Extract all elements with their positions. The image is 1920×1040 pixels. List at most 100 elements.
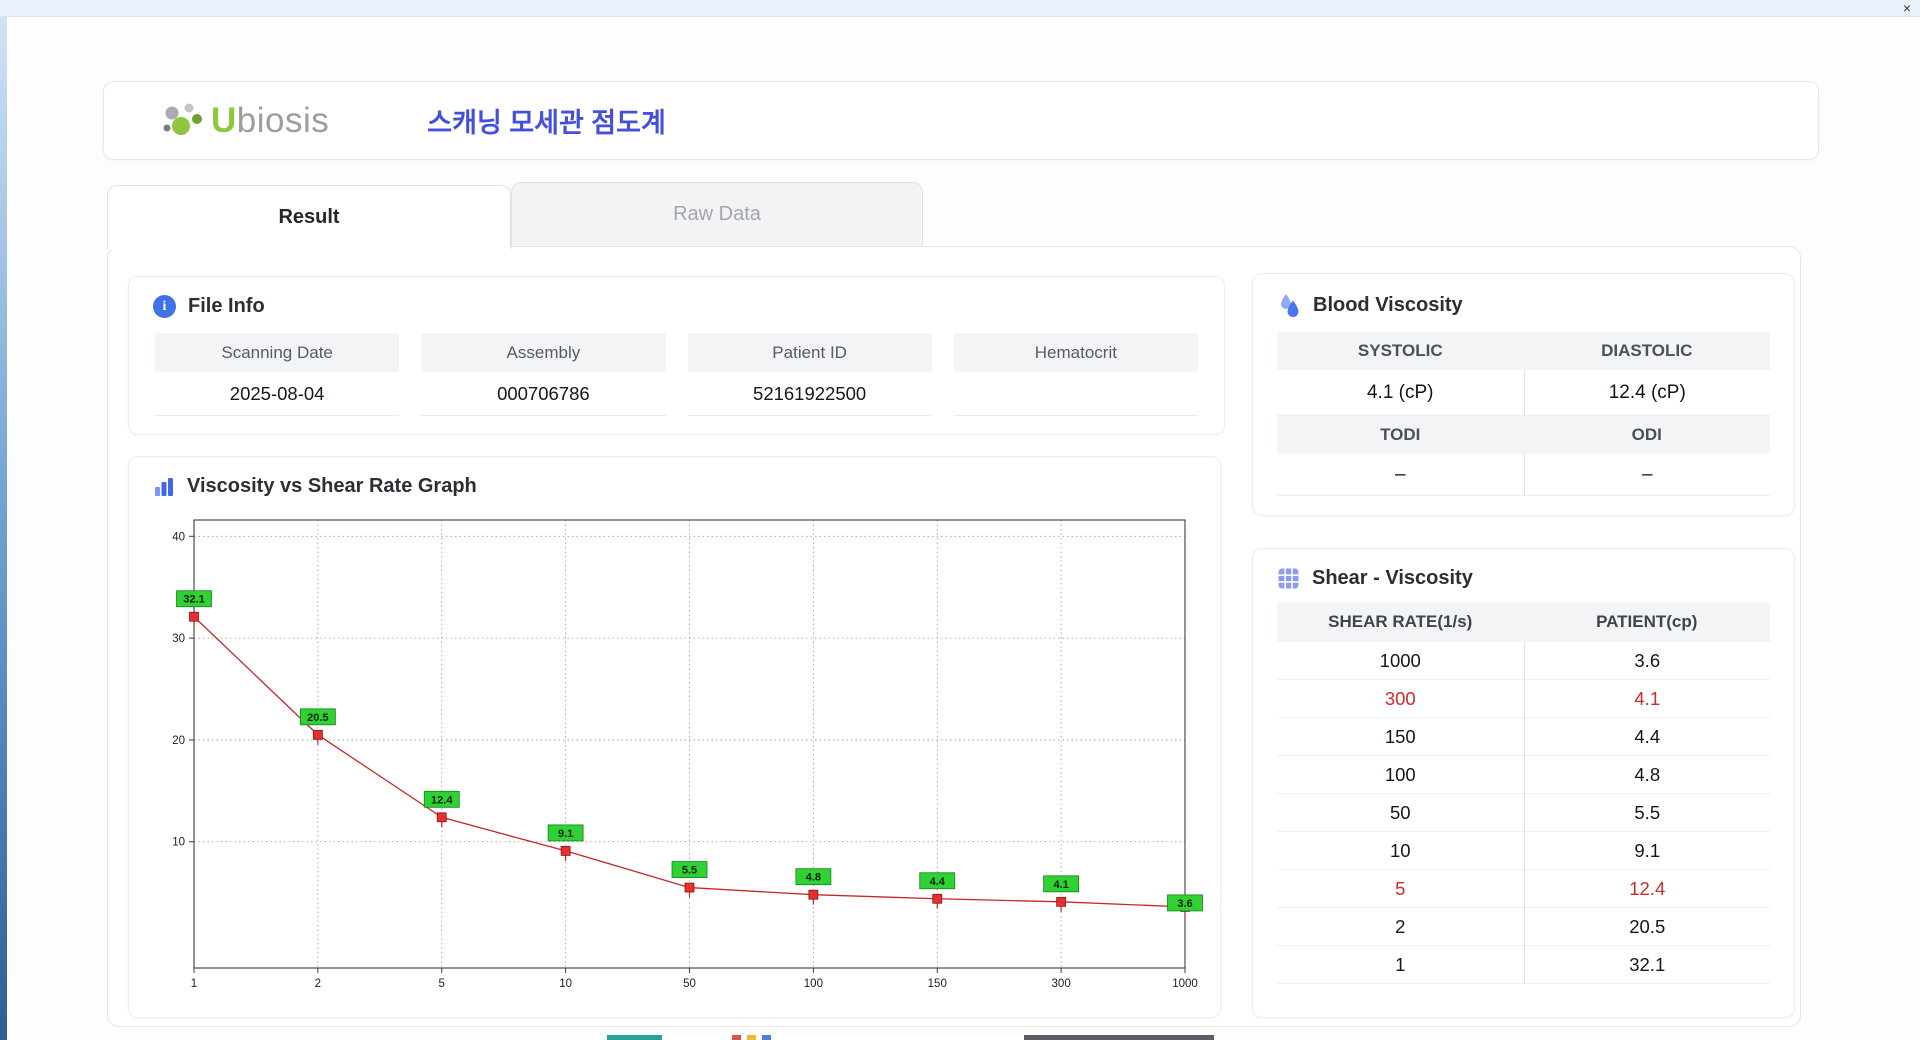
taskbar-segment: [747, 1035, 756, 1040]
patient-header: PATIENT(cp): [1596, 612, 1698, 631]
shear-table-body: 1000 3.6 300 4.1 150 4.4 100 4.8 50 5.5 10 9.1 5 12.4…: [1277, 642, 1770, 984]
patient-viscosity-value: 4.8: [1523, 756, 1771, 793]
taskbar-segment: [732, 1035, 741, 1040]
shear-rate-value: 2: [1395, 915, 1406, 937]
svg-text:5.5: 5.5: [682, 865, 697, 877]
shear-rate-value: 300: [1384, 687, 1416, 709]
blood-viscosity-grid: SYSTOLIC DIASTOLIC 4.1 (cP) 12.4 (cP) TO…: [1277, 332, 1770, 496]
shear-table-header: SHEAR RATE(1/s) PATIENT(cp): [1277, 602, 1770, 642]
info-icon: [153, 295, 176, 318]
file-info-title-row: File Info: [129, 277, 1224, 318]
logo-u: U: [211, 100, 237, 140]
svg-text:50: 50: [683, 978, 696, 990]
odi-header: ODI: [1523, 416, 1770, 454]
shear-rate-value: 1: [1395, 953, 1406, 975]
systolic-header: SYSTOLIC: [1277, 332, 1524, 370]
svg-text:10: 10: [172, 837, 185, 849]
svg-text:30: 30: [172, 633, 185, 645]
svg-text:1: 1: [191, 978, 197, 990]
blood-viscosity-title-row: Blood Viscosity: [1253, 274, 1794, 318]
tab-result[interactable]: Result: [107, 185, 511, 249]
patient-id-label: Patient ID: [687, 333, 932, 372]
assembly-value: 000706786: [421, 372, 666, 416]
page-title: 스캐닝 모세관 점도계: [427, 108, 666, 138]
svg-text:32.1: 32.1: [183, 594, 204, 606]
blood-viscosity-card: Blood Viscosity SYSTOLIC DIASTOLIC 4.1 (…: [1252, 273, 1795, 516]
table-row: 50 5.5: [1277, 794, 1770, 832]
table-row: 150 4.4: [1277, 718, 1770, 756]
grid-table-icon: [1278, 568, 1299, 589]
file-info-card: File Info Scanning Date 2025-08-04 Assem…: [128, 276, 1225, 435]
table-row: 2 20.5: [1277, 908, 1770, 946]
svg-text:10: 10: [559, 978, 572, 990]
background-strip: [0, 17, 7, 1040]
bar-chart-icon: [155, 477, 173, 496]
svg-text:20: 20: [172, 735, 185, 747]
tab-raw-data[interactable]: Raw Data: [511, 182, 923, 246]
blood-viscosity-title: Blood Viscosity: [1313, 293, 1463, 316]
svg-text:9.1: 9.1: [558, 828, 573, 840]
shear-table: SHEAR RATE(1/s) PATIENT(cp) 1000 3.6 300 4.…: [1277, 602, 1770, 984]
patient-viscosity-value: 9.1: [1523, 832, 1771, 869]
field-hematocrit: Hematocrit: [953, 333, 1198, 416]
svg-text:300: 300: [1052, 978, 1071, 990]
assembly-label: Assembly: [421, 333, 666, 372]
svg-text:3.6: 3.6: [1177, 898, 1192, 910]
shear-viscosity-card: Shear - Viscosity SHEAR RATE(1/s) PATIEN…: [1252, 548, 1795, 1018]
shear-rate-value: 10: [1389, 839, 1411, 861]
diastolic-header: DIASTOLIC: [1523, 332, 1770, 370]
graph-card: Viscosity vs Shear Rate Graph 1 2 5 10 50 100…: [128, 456, 1221, 1018]
result-panel: File Info Scanning Date 2025-08-04 Assem…: [107, 246, 1801, 1027]
patient-id-value: 52161922500: [687, 372, 932, 416]
app-window: Ubiosis 스캐닝 모세관 점도계 Result Raw Data File…: [7, 17, 1920, 1040]
hematocrit-label: Hematocrit: [953, 333, 1198, 372]
svg-text:4.8: 4.8: [806, 872, 821, 884]
viscosity-chart: 1 2 5 10 50 100 150 300 1000 10 20 30 40 32.1 20.5 12.4…: [172, 519, 1203, 990]
svg-text:40: 40: [172, 531, 185, 543]
header: Ubiosis 스캐닝 모세관 점도계: [103, 81, 1819, 160]
patient-viscosity-value: 20.5: [1523, 908, 1771, 945]
graph-title-row: Viscosity vs Shear Rate Graph: [129, 457, 1220, 498]
shear-viscosity-title-row: Shear - Viscosity: [1253, 549, 1794, 590]
shear-rate-value: 1000: [1379, 649, 1421, 671]
patient-viscosity-value: 4.1: [1523, 680, 1771, 717]
todi-value: –: [1277, 454, 1524, 496]
logo-dots-icon: [163, 103, 202, 135]
field-patient-id: Patient ID 52161922500: [687, 333, 932, 416]
patient-viscosity-value: 32.1: [1523, 946, 1771, 983]
svg-text:4.1: 4.1: [1053, 879, 1068, 891]
patient-viscosity-value: 3.6: [1523, 642, 1771, 679]
shear-rate-value: 150: [1384, 725, 1416, 747]
diastolic-value: 12.4 (cP): [1523, 370, 1770, 416]
window-titlebar: ×: [0, 0, 1920, 17]
svg-text:1000: 1000: [1172, 978, 1198, 990]
table-row: 10 9.1: [1277, 832, 1770, 870]
todi-header: TODI: [1277, 416, 1524, 454]
svg-text:2: 2: [315, 978, 321, 990]
scanning-date-value: 2025-08-04: [155, 372, 400, 416]
scanning-date-label: Scanning Date: [155, 333, 400, 372]
hematocrit-value: [953, 372, 1198, 416]
taskbar-segment: [762, 1035, 771, 1040]
svg-text:5: 5: [439, 978, 445, 990]
shear-rate-value: 50: [1389, 801, 1411, 823]
file-info-title: File Info: [188, 295, 265, 317]
logo-wordmark: Ubiosis: [211, 101, 329, 141]
field-assembly: Assembly 000706786: [421, 333, 666, 416]
shear-viscosity-title: Shear - Viscosity: [1312, 567, 1473, 589]
svg-text:150: 150: [928, 978, 947, 990]
table-row: 1000 3.6: [1277, 642, 1770, 680]
svg-text:12.4: 12.4: [431, 794, 453, 806]
table-row: 100 4.8: [1277, 756, 1770, 794]
odi-value: –: [1523, 454, 1770, 496]
close-icon[interactable]: ×: [1903, 1, 1911, 16]
field-scanning-date: Scanning Date 2025-08-04: [155, 333, 400, 416]
shear-rate-value: 100: [1384, 763, 1416, 785]
file-info-fields: Scanning Date 2025-08-04 Assembly 000706…: [129, 333, 1224, 416]
systolic-value: 4.1 (cP): [1277, 370, 1524, 416]
taskbar-segment: [1024, 1035, 1214, 1040]
shear-rate-header: SHEAR RATE(1/s): [1328, 612, 1473, 631]
taskbar-artifact: [607, 1035, 1214, 1040]
svg-text:100: 100: [804, 978, 823, 990]
taskbar-segment: [607, 1035, 662, 1040]
